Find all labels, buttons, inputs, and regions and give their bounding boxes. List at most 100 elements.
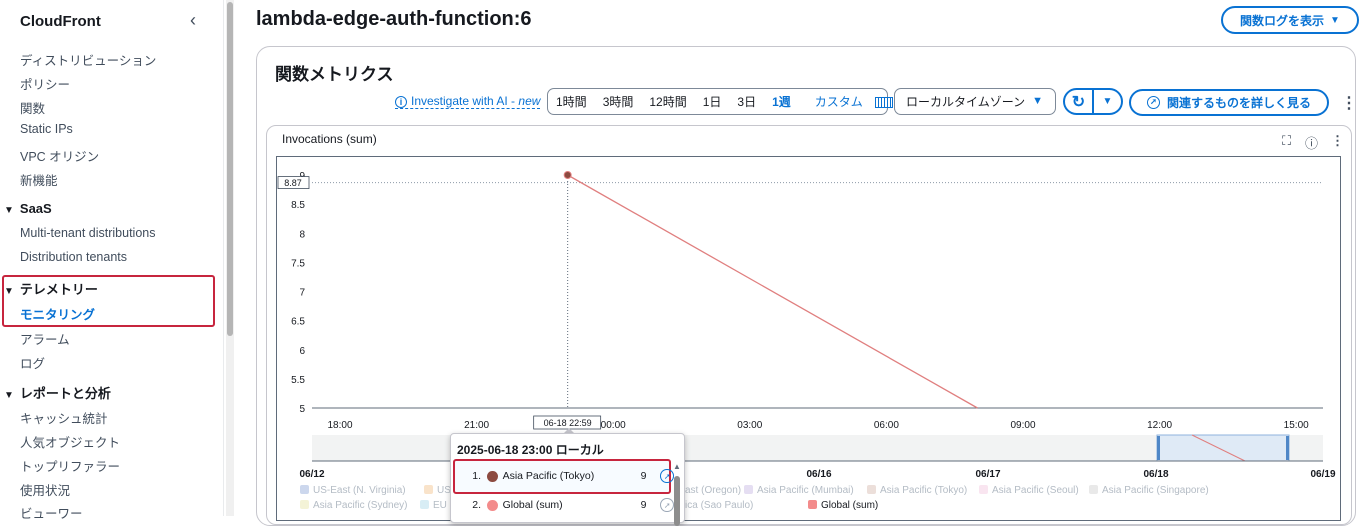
legend-entry: Asia Pacific (Tokyo) <box>880 485 967 496</box>
sidebar-item-monitoring[interactable]: モニタリング <box>20 304 95 323</box>
sidebar-item-logs[interactable]: ログ <box>20 353 45 372</box>
section-label: レポートと分析 <box>19 386 111 401</box>
refresh-icon[interactable]: ↻ <box>1065 90 1094 113</box>
sidebar-item-distributions[interactable]: ディストリビューション <box>20 50 156 69</box>
x-tick-label: 00:00 <box>601 420 626 431</box>
y-tick-label: 5 <box>299 404 305 415</box>
sidebar-item-static-ips[interactable]: Static IPs <box>20 122 73 136</box>
info-icon: i <box>395 96 407 108</box>
button-label: 関数ログを表示 <box>1240 13 1325 28</box>
sidebar-item-popular-objects[interactable]: 人気オブジェクト <box>20 432 120 451</box>
row-index: 2. <box>472 499 482 511</box>
more-options-icon[interactable]: ⋮ <box>1341 93 1357 113</box>
sidebar-item-top-referrers[interactable]: トップリファラー <box>20 456 120 475</box>
y-tick-label: 7 <box>299 288 305 299</box>
caret-down-icon: ▼ <box>1032 95 1043 107</box>
sidebar-section-saas[interactable]: ▼ SaaS <box>4 201 52 216</box>
sidebar-item-alarms[interactable]: アラーム <box>20 329 70 348</box>
sidebar-title[interactable]: CloudFront <box>20 13 101 30</box>
collapse-icon[interactable]: ‹ <box>190 10 196 31</box>
row-value: 9 <box>640 470 647 482</box>
ai-new-label: new <box>518 94 541 108</box>
sidebar-item-vpc-origins[interactable]: VPC オリジン <box>20 146 99 165</box>
tooltip-row[interactable]: 1. Asia Pacific (Tokyo) 9 ➚ <box>458 461 674 491</box>
sidebar-item-policies[interactable]: ポリシー <box>20 74 70 93</box>
scrollbar-thumb[interactable] <box>674 476 680 526</box>
legend-swatch <box>300 485 309 494</box>
investigate-ai-link[interactable]: i Investigate with AI - new <box>395 94 541 109</box>
legend-swatch <box>867 485 876 494</box>
legend-swatch <box>300 500 309 509</box>
expand-caret-icon: ▼ <box>4 390 14 401</box>
range-1h[interactable]: 1時間 <box>548 93 595 110</box>
legend-entry: Asia Pacific (Mumbai) <box>757 485 854 496</box>
tooltip-header: 2025-06-18 23:00 ローカル <box>457 443 604 457</box>
chart-area[interactable]: 9 8.5 8 7.5 7 6.5 6 5.5 5 18:00 21:00 00:00 03:00 06:… <box>276 156 1341 521</box>
range-12h[interactable]: 12時間 <box>641 93 694 110</box>
legend-swatch <box>744 485 753 494</box>
sidebar-scrollbar[interactable] <box>226 0 234 516</box>
range-1w[interactable]: 1週 <box>764 93 799 110</box>
tooltip-scrollbar[interactable]: ▲ <box>672 462 682 526</box>
range-3h[interactable]: 3時間 <box>595 93 642 110</box>
data-point <box>563 171 572 179</box>
range-1d[interactable]: 1日 <box>695 93 730 110</box>
refresh-interval-dropdown[interactable]: ▼ <box>1094 90 1121 113</box>
hover-x-label: 06-18 22:59 <box>544 418 592 428</box>
range-3d[interactable]: 3日 <box>729 93 764 110</box>
y-tick-label: 8 <box>299 229 305 240</box>
ai-link-label: Investigate with AI - <box>411 94 519 108</box>
sidebar-section-reports[interactable]: ▼ レポートと分析 <box>4 383 111 402</box>
invocations-chart[interactable]: 9 8.5 8 7.5 7 6.5 6 5.5 5 18:00 21:00 00:00 03:00 06:… <box>277 157 1340 520</box>
custom-label: カスタム <box>814 95 863 109</box>
sidebar-item-cache-stats[interactable]: キャッシュ統計 <box>20 408 108 427</box>
widget-title: Invocations (sum) <box>282 132 377 146</box>
fullscreen-icon[interactable]: ⛶ <box>1282 133 1291 149</box>
scrollbar-thumb[interactable] <box>227 2 233 336</box>
legend-swatch <box>1089 485 1098 494</box>
widget-menu-icon[interactable]: ⋮ <box>1331 133 1344 149</box>
scroll-up-icon[interactable]: ▲ <box>673 462 681 471</box>
sidebar-section-telemetry[interactable]: ▼ テレメトリー <box>4 279 98 298</box>
sidebar-item-functions[interactable]: 関数 <box>20 98 45 117</box>
row-index: 1. <box>472 470 482 482</box>
info-icon[interactable]: ⓘ <box>1305 133 1318 152</box>
refresh-button-group: ↻ ▼ <box>1063 88 1123 115</box>
y-tick-label: 6 <box>299 346 305 357</box>
legend-entry: ast (Oregon) <box>685 485 741 496</box>
x-tick-label: 12:00 <box>1147 420 1172 431</box>
calendar-icon <box>874 97 893 109</box>
sidebar-item-distribution-tenants[interactable]: Distribution tenants <box>20 250 127 264</box>
legend-entry: Asia Pacific (Seoul) <box>992 485 1079 496</box>
y-tick-label: 6.5 <box>291 317 305 328</box>
caret-down-icon: ▼ <box>1330 14 1340 26</box>
minimap-handle-left <box>1157 436 1160 460</box>
legend-swatch <box>808 500 817 509</box>
panel-title: 関数メトリクス <box>275 65 394 84</box>
expand-caret-icon: ▼ <box>4 286 14 297</box>
sidebar: CloudFront ‹ ディストリビューション ポリシー 関数 Static … <box>0 0 224 521</box>
sidebar-item-multi-tenant[interactable]: Multi-tenant distributions <box>20 226 155 240</box>
timezone-select[interactable]: ローカルタイムゾーン ▼ <box>894 88 1056 115</box>
x-tick-label: 18:00 <box>327 420 352 431</box>
section-label: テレメトリー <box>19 282 98 297</box>
x-tick-label: 21:00 <box>464 420 489 431</box>
explore-related-button[interactable]: ➚ 関連するものを詳しく見る <box>1129 89 1329 116</box>
hover-y-label: 8.87 <box>284 178 302 188</box>
legend-entry: Asia Pacific (Sydney) <box>313 500 407 511</box>
range-custom[interactable]: カスタム <box>799 93 901 110</box>
row-series-name: Asia Pacific (Tokyo) <box>502 470 595 482</box>
minimap-tick-label: 06/19 <box>1310 469 1335 480</box>
legend-swatch <box>979 485 988 494</box>
x-tick-label: 15:00 <box>1284 420 1309 431</box>
view-function-logs-button[interactable]: 関数ログを表示 ▼ <box>1221 6 1359 34</box>
sidebar-item-viewers[interactable]: ビューワー <box>20 503 83 522</box>
series-line <box>567 174 978 409</box>
sidebar-item-whats-new[interactable]: 新機能 <box>20 170 58 189</box>
sidebar-item-usage[interactable]: 使用状況 <box>20 480 70 499</box>
minimap-window <box>1156 434 1290 462</box>
minimap-tick-label: 06/12 <box>299 469 324 480</box>
x-tick-label: 03:00 <box>737 420 762 431</box>
section-label: SaaS <box>19 201 52 216</box>
x-tick-label: 09:00 <box>1010 420 1035 431</box>
